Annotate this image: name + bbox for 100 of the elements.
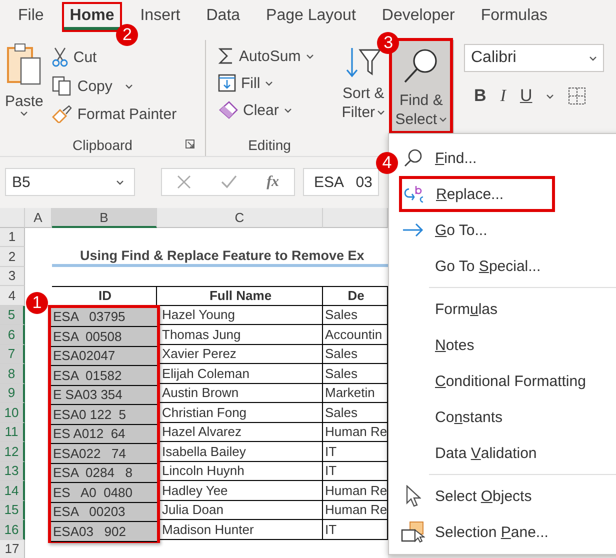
table-cell: ESA 03795 [51,308,157,327]
scissors-icon [52,47,68,67]
caret-icon [377,110,386,115]
table-cell: ESA 00508 [51,327,157,346]
table-cell: Hazel Young [157,306,323,325]
font-name-field[interactable]: Calibri [464,44,604,72]
table-cell: ESA022 74 [51,444,157,464]
row-header[interactable]: 5 [0,306,25,325]
menu-item[interactable]: Conditional Formatting [399,363,588,399]
table-cell: ESA0 122 5 [51,405,157,424]
autosum-button[interactable]: AutoSum [214,44,338,68]
underline-button[interactable]: U [520,86,532,106]
caret-icon [589,56,597,60]
caret-icon [20,111,28,116]
menu-item[interactable]: Find... [399,140,559,176]
column-header[interactable] [323,208,388,228]
format-painter-button[interactable]: Format Painter [48,102,181,126]
ribbon-tab[interactable]: File [10,2,52,32]
table-cell: ESA 01582 [51,366,157,386]
column-header[interactable]: C [157,208,323,228]
dialog-launcher-icon[interactable] [185,139,195,149]
callout-badge: 4 [376,152,398,174]
row-header[interactable]: 6 [0,325,25,344]
bold-button[interactable]: B [474,86,486,106]
menu-item[interactable]: Data Validation [399,435,559,471]
column-header[interactable]: A [25,208,52,228]
column-heading: Full Name [157,286,323,306]
fill-button[interactable]: Fill [214,71,338,95]
row-header[interactable]: 4 [0,286,25,306]
ribbon-tab[interactable]: Developer [374,2,463,32]
cut-button[interactable]: Cut [48,44,181,70]
menu-item[interactable]: Selection Pane... [399,514,559,550]
replace-icon [403,184,425,204]
row-header[interactable]: 9 [0,384,25,403]
table-cell: Austin Brown [157,384,323,403]
row-header[interactable]: 16 [0,520,25,540]
row-header[interactable]: 10 [0,403,25,422]
selection-pane-icon [401,521,425,543]
row-header[interactable]: 13 [0,462,25,481]
paintbrush-icon [52,105,72,123]
caret-icon [439,117,447,122]
row-header[interactable]: 15 [0,500,25,520]
row-header[interactable]: 8 [0,364,25,384]
formula-field[interactable]: ESA 03 [303,168,379,196]
row-header[interactable]: 11 [0,422,25,442]
ribbon-tab[interactable]: Page Layout [258,2,364,32]
menu-item[interactable]: Formulas [399,291,559,327]
ribbon-tab[interactable]: Formulas [472,2,556,32]
select-all-corner[interactable] [0,208,25,228]
row-header[interactable]: 7 [0,344,25,364]
arrow-icon [402,223,424,237]
menu-item[interactable]: Select Objects [399,478,559,514]
callout-badge: 3 [377,32,400,54]
callout-badge: 2 [116,24,138,46]
table-cell: Isabella Bailey [157,442,323,462]
row-header[interactable]: 3 [0,266,25,286]
caret-icon [306,54,314,58]
sort-filter-icon [344,46,382,80]
table-cell: Elijah Coleman [157,364,323,384]
eraser-icon [218,101,238,119]
menu-item[interactable]: Notes [399,327,559,363]
column-heading: De [323,286,388,306]
table-cell: ESA03 902 [51,522,157,542]
italic-button[interactable]: I [500,86,506,106]
row-header[interactable]: 14 [0,481,25,500]
insert-function-button[interactable]: fx [266,174,280,190]
name-box[interactable]: B5 [5,168,135,196]
table-cell: ESA02047 [51,346,157,366]
table-cell: E SA03 354 [51,386,157,405]
column-header[interactable]: B [52,208,157,228]
table-cell: Thomas Jung [157,325,323,344]
row-header[interactable]: 1 [0,228,25,247]
clear-button[interactable]: Clear [214,98,338,122]
menu-item[interactable]: Go To... [399,212,559,248]
borders-icon[interactable] [568,87,586,105]
cancel-icon[interactable] [176,175,191,189]
fill-down-icon [218,74,236,92]
sheet-title: Using Find & Replace Feature to Remove Ex [52,247,388,266]
sigma-icon [218,47,234,65]
ribbon-tab[interactable]: Home [62,2,122,32]
ribbon-tab[interactable]: Data [198,2,248,32]
row-header[interactable]: 2 [0,247,25,266]
callout-badge: 1 [26,292,48,314]
row-header[interactable]: 17 [0,540,25,558]
row-header[interactable]: 12 [0,442,25,462]
check-icon[interactable] [220,175,237,189]
copy-button[interactable]: Copy [48,73,181,99]
table-cell: Hadley Yee [157,481,323,500]
caret-icon [265,80,274,86]
caret-icon [116,180,124,184]
column-heading: ID [52,286,157,306]
table-cell: Julia Doan [157,500,323,520]
table-cell: Christian Fong [157,403,323,422]
table-cell: ESA 0284 8 [51,464,157,483]
caret-icon [546,94,554,98]
menu-item[interactable]: Go To Special... [399,248,559,284]
menu-item[interactable]: Replace... [399,176,555,212]
paste-button[interactable]: Paste [0,40,48,134]
menu-item[interactable]: Constants [399,399,559,435]
search-icon [403,148,423,168]
